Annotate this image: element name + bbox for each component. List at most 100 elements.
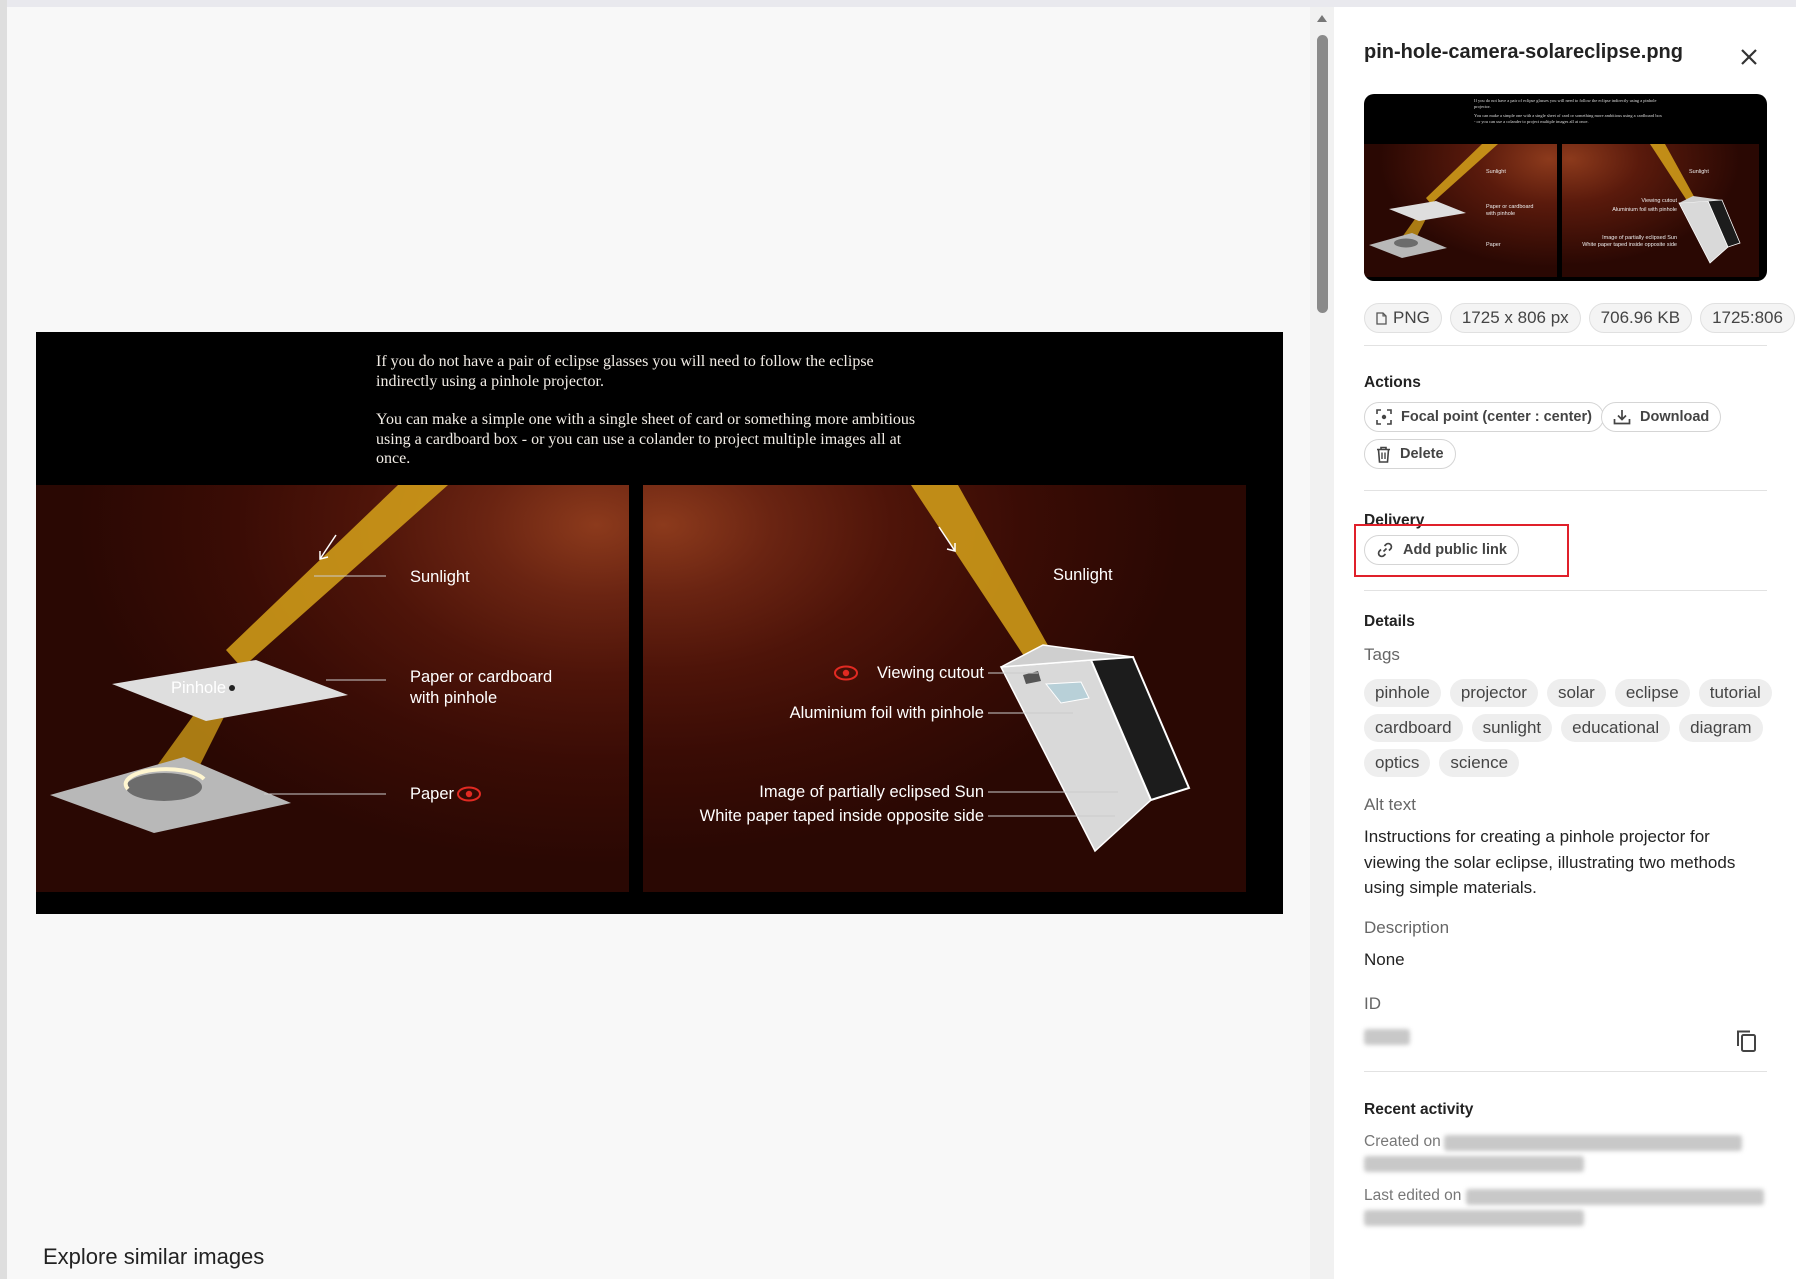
thumbnail-label-sun-image: Image of partially eclipsed Sun [1602,235,1677,241]
description-label: Description [1364,918,1450,937]
pinhole-dot [229,685,235,691]
tag[interactable]: tutorial [1698,679,1772,707]
recent-activity-heading: Recent activity [1364,1101,1474,1118]
file-name-title: pin-hole-camera-solareclipse.png [1364,41,1683,63]
focal-point-label: Focal point (center : center) [1401,409,1592,425]
delete-button[interactable]: Delete [1364,439,1456,469]
thumbnail-left-panel: Sunlight Paper or cardboard with pinhole… [1364,144,1557,277]
alt-text-value: Instructions for creating a pinhole proj… [1364,827,1736,897]
thumbnail-label-foil: Aluminium foil with pinhole [1612,207,1677,213]
method-card-panel: Sunlight Pinhole Paper or cardboard with… [36,485,629,892]
preview-scrollbar[interactable] [1310,7,1334,1279]
thumbnail-label-sunlight-left: Sunlight [1486,169,1506,175]
divider [1364,490,1767,491]
last-edited-redacted [1364,1210,1584,1226]
add-public-link-button[interactable]: Add public link [1364,535,1519,565]
thumbnail-intro-text: If you do not have a pair of eclipse gla… [1474,98,1664,124]
file-metadata-chips: PNG 1725 x 806 px 706.96 KB 1725:806 [1364,303,1795,333]
tag[interactable]: pinhole [1364,679,1441,707]
download-icon [1613,410,1631,425]
copy-icon[interactable] [1733,1027,1761,1055]
label-card-line-1: Paper or cardboard [410,668,553,686]
image-intro-text: If you do not have a pair of eclipse gla… [376,352,936,469]
label-aluminium-foil: Aluminium foil with pinhole [789,704,984,722]
link-icon [1377,542,1393,558]
label-white-paper: White paper taped inside opposite side [699,807,984,825]
thumbnail-label-sunlight-right: Sunlight [1689,169,1709,175]
description-value: None [1364,950,1405,969]
tag[interactable]: eclipse [1614,679,1690,707]
created-on-redacted [1364,1156,1584,1172]
created-on-label: Created on [1364,1133,1441,1150]
delete-label: Delete [1400,446,1444,462]
box-method-illustration [834,485,1191,853]
trash-icon [1377,446,1390,463]
label-viewing-cutout: Viewing cutout [876,664,984,682]
thumbnail-right-panel: Sunlight Viewing cutout Aluminium foil w… [1562,144,1759,277]
file-size-chip: 706.96 KB [1588,303,1693,333]
id-label: ID [1364,994,1381,1013]
thumbnail-label-card-line-2: with pinhole [1486,211,1516,217]
thumbnail-label-cutout: Viewing cutout [1641,198,1677,204]
tag[interactable]: cardboard [1364,714,1463,742]
thumbnail-label-paper: Paper [1486,242,1501,248]
label-sun-image: Image of partially eclipsed Sun [759,783,984,801]
label-sunlight-left: Sunlight [410,568,470,586]
scroll-up-arrow-icon[interactable] [1317,15,1327,22]
details-heading: Details [1364,613,1415,630]
label-paper: Paper [410,785,455,803]
add-public-link-label: Add public link [1403,542,1507,558]
created-on-redacted [1444,1135,1742,1151]
tag[interactable]: sunlight [1471,714,1553,742]
last-edited-label: Last edited on [1364,1187,1462,1204]
alt-text-label: Alt text [1364,795,1416,814]
file-icon [1376,311,1387,325]
thumbnail-label-white-paper: White paper taped inside opposite side [1582,242,1677,248]
download-button[interactable]: Download [1601,402,1722,432]
id-value-redacted [1364,1029,1410,1045]
scrollbar-thumb[interactable] [1317,35,1328,313]
tag[interactable]: optics [1364,749,1431,777]
eye-icon [834,665,858,681]
format-chip: PNG [1364,303,1442,333]
format-value: PNG [1393,308,1430,327]
focal-point-icon [1376,409,1392,425]
actions-heading: Actions [1364,374,1421,391]
image-thumbnail: If you do not have a pair of eclipse gla… [1364,94,1767,281]
aspect-ratio-chip: 1725:806 [1700,303,1795,333]
label-card-line-2: with pinhole [410,689,498,707]
thumbnail-label-card-line-1: Paper or cardboard [1486,204,1534,210]
divider [1364,345,1767,346]
sun-image-shadow [126,773,202,801]
image-intro-line-1: If you do not have a pair of eclipse gla… [376,353,874,390]
tag[interactable]: solar [1546,679,1606,707]
thumbnail-intro-line-1: If you do not have a pair of eclipse gla… [1474,98,1657,109]
explore-similar-heading: Explore similar images [43,1244,265,1269]
eye-icon [457,786,481,802]
last-edited-redacted [1466,1189,1764,1205]
tag[interactable]: science [1439,749,1520,777]
card-method-illustration [50,485,481,833]
divider [1364,1071,1767,1072]
dimensions-chip: 1725 x 806 px [1449,303,1581,333]
browser-top-strip [0,0,1796,7]
asset-details-panel: pin-hole-camera-solareclipse.png If you … [1334,7,1796,1279]
window-left-edge [0,0,7,1279]
close-icon[interactable] [1736,44,1762,70]
thumbnail-left-illustration [1369,144,1498,258]
method-box-panel: Sunlight Viewing cutout Aluminium foil w… [643,485,1246,892]
tag[interactable]: diagram [1679,714,1763,742]
label-sunlight-right: Sunlight [1053,566,1113,584]
main-image: If you do not have a pair of eclipse gla… [36,332,1283,914]
divider [1364,590,1767,591]
download-label: Download [1640,409,1710,425]
tag-list: pinhole projector solar eclipse tutorial… [1364,679,1774,777]
tags-label: Tags [1364,645,1400,664]
tag[interactable]: projector [1449,679,1538,707]
tag[interactable]: educational [1561,714,1671,742]
card-sheet [112,660,348,721]
image-preview-area: If you do not have a pair of eclipse gla… [7,7,1310,1279]
label-pinhole: Pinhole [171,679,227,697]
focal-point-button[interactable]: Focal point (center : center) [1364,402,1604,432]
image-intro-line-2: You can make a simple one with a single … [376,411,916,467]
